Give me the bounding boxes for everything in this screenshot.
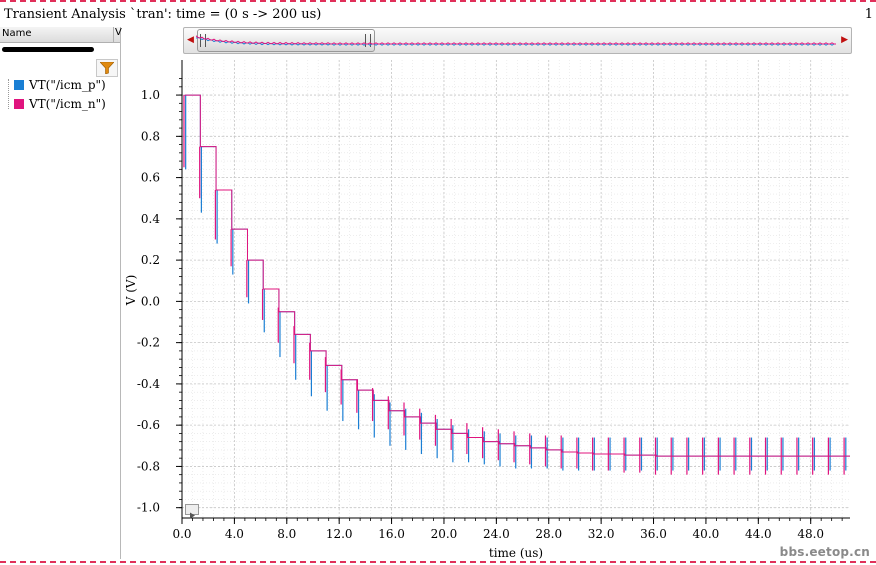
x-axis-label: time (us) [489, 546, 543, 560]
y-tick-label: -0.6 [137, 418, 160, 432]
y-axis-label: V (V) [124, 275, 138, 307]
play-button[interactable] [185, 504, 199, 519]
play-triangle-icon [190, 512, 195, 519]
y-tick-label: -0.2 [137, 336, 160, 350]
axes [176, 60, 850, 524]
waveform-chart[interactable]: 0.0 4.0 8.0 12.0 16.0 20.0 24.0 28.0 32.0 36.0 40.… [0, 0, 876, 565]
y-tick-label: -0.4 [137, 377, 161, 391]
x-tick-label: 16.0 [378, 527, 405, 541]
y-tick-label: 0.6 [141, 171, 160, 185]
y-tick-label: 0.4 [141, 212, 160, 226]
x-tick-label: 0.0 [172, 527, 191, 541]
x-tick-label: 48.0 [797, 527, 824, 541]
y-tick-label: 0.2 [141, 253, 160, 267]
y-tick-label: -0.8 [137, 459, 160, 473]
x-tick-label: 24.0 [483, 527, 510, 541]
y-tick-label: 0.0 [141, 294, 160, 308]
series-1 [183, 94, 850, 475]
x-tick-label: 8.0 [277, 527, 296, 541]
x-tick-label: 44.0 [745, 527, 772, 541]
x-tick-label: 40.0 [693, 527, 720, 541]
traces [183, 94, 850, 475]
tick-labels: 0.0 4.0 8.0 12.0 16.0 20.0 24.0 28.0 32.0 36.0 40.… [137, 88, 824, 541]
trace-0 [184, 94, 850, 457]
watermark-text: bbs.eetop.cn [779, 545, 870, 559]
trace-1 [184, 94, 850, 457]
bottom-dashed-border [0, 561, 876, 563]
x-tick-label: 28.0 [535, 527, 562, 541]
y-tick-label: -1.0 [137, 501, 160, 515]
x-tick-label: 36.0 [640, 527, 667, 541]
x-tick-label: 32.0 [588, 527, 615, 541]
y-tick-label: 1.0 [141, 88, 160, 102]
x-tick-label: 20.0 [431, 527, 458, 541]
y-tick-label: 0.8 [141, 129, 160, 143]
x-tick-label: 4.0 [225, 527, 244, 541]
x-tick-label: 12.0 [326, 527, 353, 541]
